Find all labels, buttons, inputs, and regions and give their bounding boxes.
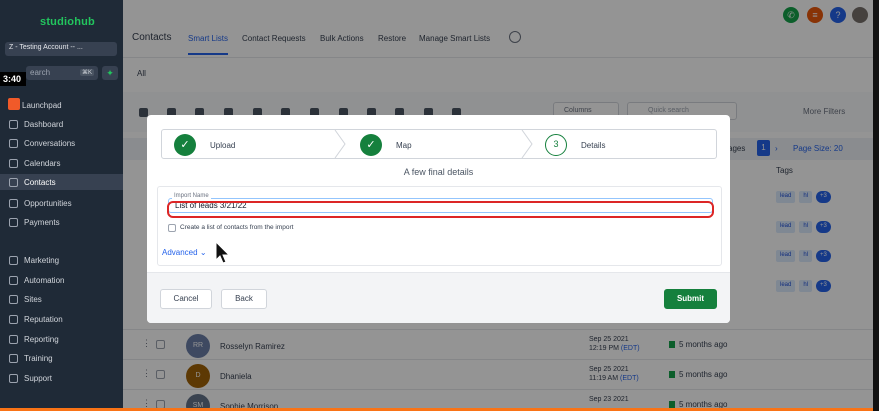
sidebar-item-support[interactable]: Support xyxy=(9,370,119,386)
help-icon xyxy=(9,373,18,383)
sidebar-item-sites[interactable]: Sites xyxy=(9,291,119,307)
import-name-label: Import Name xyxy=(172,193,211,199)
star-icon xyxy=(9,314,18,324)
advanced-toggle[interactable]: Advanced ⌄ xyxy=(162,248,207,257)
sidebar-search-placeholder: earch xyxy=(30,68,51,77)
sidebar-item-label: Conversations xyxy=(24,138,76,148)
sidebar-item-reporting[interactable]: Reporting xyxy=(9,331,119,347)
app-logo: studiohub xyxy=(40,16,95,28)
sidebar-item-conversations[interactable]: Conversations xyxy=(9,135,119,151)
import-details-modal: ✓ Upload ✓ Map 3 Details A few final det… xyxy=(147,115,730,323)
sidebar-item-label: Automation xyxy=(24,275,65,285)
check-icon: ✓ xyxy=(360,134,382,156)
sidebar-item-marketing[interactable]: Marketing xyxy=(9,252,119,268)
step-divider-icon xyxy=(521,130,533,158)
send-icon xyxy=(9,255,18,265)
sidebar: studiohub Z - Testing Account -- ... ear… xyxy=(0,0,123,411)
calendar-icon xyxy=(9,158,18,168)
quick-add-icon[interactable]: ✦ xyxy=(102,66,118,80)
book-icon xyxy=(9,353,18,363)
chart-icon xyxy=(9,334,18,344)
sidebar-item-label: Payments xyxy=(24,217,60,227)
dashboard-icon xyxy=(9,119,18,129)
create-list-checkbox[interactable] xyxy=(168,224,176,232)
step-details-label: Details xyxy=(581,141,606,150)
window-edge xyxy=(873,0,879,411)
import-stepper: ✓ Upload ✓ Map 3 Details xyxy=(161,129,717,159)
import-name-input[interactable] xyxy=(168,198,713,213)
mouse-cursor-icon xyxy=(215,241,231,264)
step-upload-label: Upload xyxy=(210,141,236,150)
globe-icon xyxy=(9,294,18,304)
account-switcher[interactable]: Z - Testing Account -- ... xyxy=(5,42,117,56)
sidebar-item-label: Launchpad xyxy=(22,100,62,110)
launchpad-badge-icon xyxy=(8,98,20,110)
sidebar-item-label: Reporting xyxy=(24,334,59,344)
sidebar-item-automation[interactable]: Automation xyxy=(9,272,119,288)
sidebar-item-payments[interactable]: Payments xyxy=(9,214,119,230)
sidebar-item-label: Opportunities xyxy=(24,198,72,208)
back-button[interactable]: Back xyxy=(221,289,267,309)
search-shortcut-badge: ⌘K xyxy=(79,69,94,76)
details-form: Import Name Create a list of contacts fr… xyxy=(157,186,722,266)
check-icon: ✓ xyxy=(174,134,196,156)
app-frame: studiohub Z - Testing Account -- ... ear… xyxy=(0,0,879,411)
sidebar-item-label: Sites xyxy=(24,294,42,304)
advanced-label: Advanced xyxy=(162,248,198,257)
step-number-badge: 3 xyxy=(545,134,567,156)
sidebar-item-training[interactable]: Training xyxy=(9,350,119,366)
sidebar-item-opportunities[interactable]: Opportunities xyxy=(9,195,119,211)
create-list-label[interactable]: Create a list of contacts from the impor… xyxy=(180,224,293,231)
modal-subtitle: A few final details xyxy=(403,167,474,177)
contacts-icon xyxy=(9,177,18,187)
sidebar-item-label: Marketing xyxy=(24,255,60,265)
sidebar-item-label: Contacts xyxy=(24,177,56,187)
sidebar-item-dashboard[interactable]: Dashboard xyxy=(9,116,119,132)
chevron-down-icon: ⌄ xyxy=(199,248,207,257)
automation-icon xyxy=(9,275,18,285)
sidebar-item-reputation[interactable]: Reputation xyxy=(9,311,119,327)
sidebar-item-label: Reputation xyxy=(24,314,63,324)
sidebar-item-label: Training xyxy=(24,353,53,363)
sidebar-item-label: Support xyxy=(24,373,53,383)
chat-icon xyxy=(9,138,18,148)
sidebar-item-calendars[interactable]: Calendars xyxy=(9,155,119,171)
sidebar-item-label: Dashboard xyxy=(24,119,64,129)
video-timer: 3:40 xyxy=(0,72,26,86)
sidebar-item-label: Calendars xyxy=(24,158,61,168)
step-divider-icon xyxy=(334,130,346,158)
sidebar-item-launchpad[interactable]: Launchpad xyxy=(22,97,132,113)
cancel-button[interactable]: Cancel xyxy=(160,289,212,309)
step-map-label: Map xyxy=(396,141,412,150)
modal-footer: Cancel Back Submit xyxy=(147,272,730,323)
sidebar-item-contacts[interactable]: Contacts xyxy=(0,174,123,190)
funnel-icon xyxy=(9,198,18,208)
card-icon xyxy=(9,217,18,227)
submit-button[interactable]: Submit xyxy=(664,289,717,309)
sidebar-search-input[interactable]: earch ⌘K xyxy=(26,66,98,80)
